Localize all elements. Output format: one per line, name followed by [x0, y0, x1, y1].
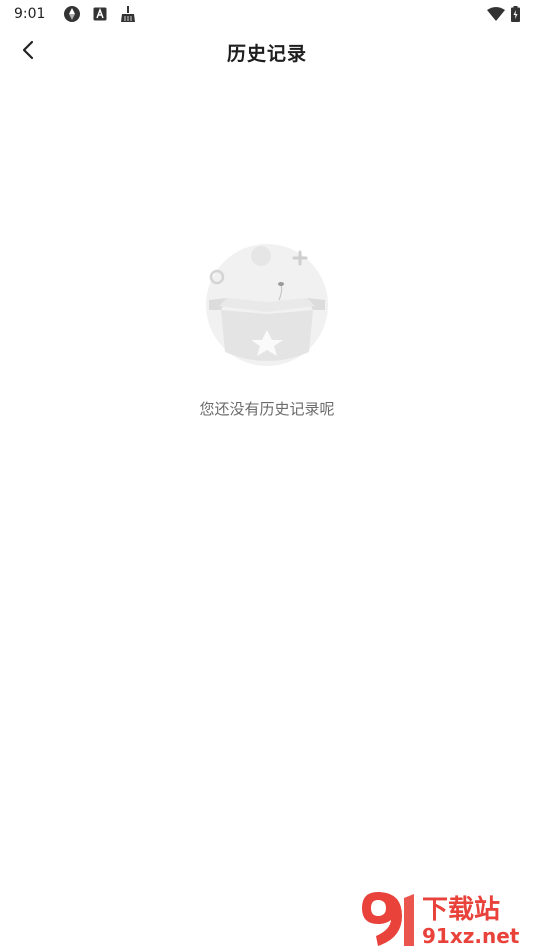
status-icons-left: [63, 5, 137, 23]
header: 历史记录: [0, 28, 534, 76]
chevron-left-icon: [21, 40, 35, 64]
watermark-line1: 下载站: [422, 895, 500, 925]
watermark-line2: 91xz.net: [422, 924, 520, 948]
aperture-icon: [63, 5, 81, 23]
status-icons-right: [487, 6, 520, 22]
empty-box-icon: [197, 240, 337, 370]
page-title: 历史记录: [226, 42, 307, 65]
watermark-logo: 下载站 91xz.net: [356, 888, 530, 948]
back-button[interactable]: [10, 34, 46, 70]
wifi-icon: [487, 7, 505, 21]
screen: 9:01 历史记录 您还没有历史记录呢 下载站 91xz.net: [0, 0, 534, 950]
battery-charging-icon: [511, 6, 520, 22]
empty-state: 您还没有历史记录呢: [0, 240, 534, 419]
empty-message: 您还没有历史记录呢: [199, 400, 335, 418]
status-bar: 9:01: [0, 0, 534, 28]
broom-icon: [119, 5, 137, 23]
status-time: 9:01: [14, 6, 46, 22]
a-box-icon: [93, 7, 107, 21]
